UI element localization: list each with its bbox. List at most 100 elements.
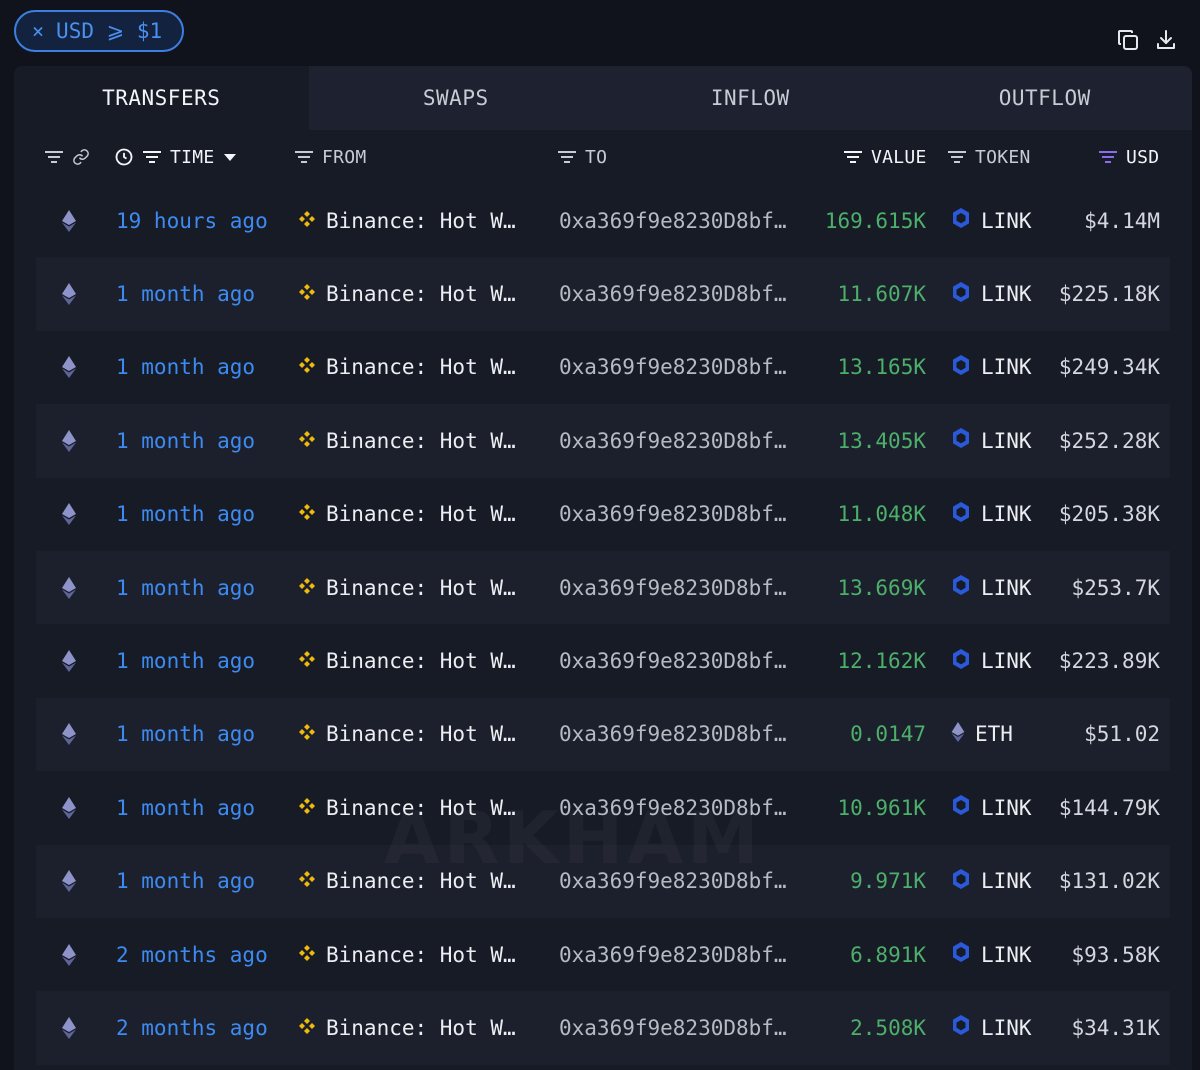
sort-desc-icon[interactable]	[223, 152, 237, 162]
table-row[interactable]: 1 month ago Binance: Hot W… 0xa369f9e823…	[36, 771, 1170, 844]
table-row[interactable]: 2 months ago Binance: Hot W… 0xa369f9e82…	[36, 918, 1170, 991]
download-icon[interactable]	[1154, 28, 1178, 52]
to-address[interactable]: 0xa369f9e8230D8bf…	[559, 698, 787, 771]
time-link[interactable]: 1 month ago	[116, 845, 255, 918]
filter-active-icon[interactable]	[1098, 149, 1118, 165]
to-address[interactable]: 0xa369f9e8230D8bf…	[559, 624, 787, 697]
table-row[interactable]: 1 month ago Binance: Hot W… 0xa369f9e823…	[36, 331, 1170, 404]
close-icon[interactable]: ×	[32, 19, 44, 43]
binance-icon	[298, 943, 316, 967]
to-header-label: TO	[585, 146, 608, 168]
tab-inflow[interactable]: INFLOW	[603, 66, 898, 130]
table-row[interactable]: 1 month ago Binance: Hot W… 0xa369f9e823…	[36, 257, 1170, 331]
tab-bar: TRANSFERS SWAPS INFLOW OUTFLOW	[14, 66, 1192, 130]
token-cell[interactable]: LINK	[951, 404, 1032, 477]
from-entity[interactable]: Binance: Hot W…	[298, 918, 516, 991]
from-entity[interactable]: Binance: Hot W…	[298, 991, 516, 1064]
usd-column-header[interactable]: USD	[1098, 130, 1159, 184]
token-cell[interactable]: ETH	[951, 698, 1013, 771]
to-address[interactable]: 0xa369f9e8230D8bf…	[559, 184, 787, 257]
time-link[interactable]: 1 month ago	[116, 257, 255, 330]
link-icon	[951, 281, 971, 308]
from-entity[interactable]: Binance: Hot W…	[298, 624, 516, 697]
to-address[interactable]: 0xa369f9e8230D8bf…	[559, 845, 787, 918]
to-column-header[interactable]: TO	[557, 130, 607, 184]
tab-transfers[interactable]: TRANSFERS	[14, 66, 309, 130]
table-row[interactable]: 1 month ago Binance: Hot W… 0xa369f9e823…	[36, 844, 1170, 918]
to-address[interactable]: 0xa369f9e8230D8bf…	[559, 331, 787, 404]
binance-icon	[298, 869, 316, 893]
token-column-header[interactable]: TOKEN	[947, 130, 1031, 184]
from-entity[interactable]: Binance: Hot W…	[298, 404, 516, 477]
transfer-value: 13.165K	[837, 355, 926, 380]
token-cell[interactable]: LINK	[951, 331, 1032, 404]
from-entity[interactable]: Binance: Hot W…	[298, 551, 516, 624]
binance-icon	[298, 796, 316, 820]
filter-icon[interactable]	[557, 149, 577, 165]
token-symbol: LINK	[981, 1015, 1032, 1040]
token-cell[interactable]: LINK	[951, 184, 1032, 257]
binance-icon	[298, 649, 316, 673]
usd-value: $144.79K	[1058, 795, 1160, 820]
tab-outflow[interactable]: OUTFLOW	[897, 66, 1192, 130]
time-link[interactable]: 2 months ago	[116, 918, 268, 991]
token-cell[interactable]: LINK	[951, 918, 1032, 991]
to-address[interactable]: 0xa369f9e8230D8bf…	[559, 771, 787, 844]
to-address[interactable]: 0xa369f9e8230D8bf…	[559, 257, 787, 330]
time-link[interactable]: 1 month ago	[116, 478, 255, 551]
from-entity[interactable]: Binance: Hot W…	[298, 331, 516, 404]
filter-icon[interactable]	[947, 149, 967, 165]
filter-icon[interactable]	[44, 149, 64, 165]
token-cell[interactable]: LINK	[951, 991, 1032, 1064]
time-link[interactable]: 1 month ago	[116, 771, 255, 844]
table-row[interactable]: 19 hours ago Binance: Hot W… 0xa369f9e82…	[36, 184, 1170, 257]
time-link[interactable]: 1 month ago	[116, 331, 255, 404]
to-address[interactable]: 0xa369f9e8230D8bf…	[559, 478, 787, 551]
to-address[interactable]: 0xa369f9e8230D8bf…	[559, 918, 787, 991]
filter-icon[interactable]	[294, 149, 314, 165]
table-row[interactable]: 2 months ago Binance: Hot W… 0xa369f9e82…	[36, 991, 1170, 1065]
token-cell[interactable]: LINK	[951, 845, 1032, 918]
from-entity[interactable]: Binance: Hot W…	[298, 845, 516, 918]
table-row[interactable]: 1 month ago Binance: Hot W… 0xa369f9e823…	[36, 478, 1170, 551]
link-chain-icon[interactable]	[72, 148, 90, 166]
time-link[interactable]: 1 month ago	[116, 551, 255, 624]
from-address-label: Binance: Hot W…	[326, 208, 516, 233]
time-link[interactable]: 2 months ago	[116, 991, 268, 1064]
time-link[interactable]: 1 month ago	[116, 698, 255, 771]
filter-icon[interactable]	[843, 149, 863, 165]
link-icon	[951, 207, 971, 234]
table-row[interactable]: 1 month ago Binance: Hot W… 0xa369f9e823…	[36, 404, 1170, 478]
time-column-header[interactable]: TIME	[114, 130, 237, 184]
from-column-header[interactable]: FROM	[294, 130, 367, 184]
value-column-header[interactable]: VALUE	[843, 130, 927, 184]
tab-swaps[interactable]: SWAPS	[308, 66, 603, 130]
usd-filter-pill[interactable]: × USD ⩾ $1	[14, 10, 184, 52]
from-address-label: Binance: Hot W…	[326, 869, 516, 894]
time-link[interactable]: 1 month ago	[116, 404, 255, 477]
token-cell[interactable]: LINK	[951, 624, 1032, 697]
from-entity[interactable]: Binance: Hot W…	[298, 184, 516, 257]
binance-icon	[298, 576, 316, 600]
from-entity[interactable]: Binance: Hot W…	[298, 771, 516, 844]
copy-icon[interactable]	[1116, 28, 1140, 52]
token-cell[interactable]: LINK	[951, 257, 1032, 330]
from-entity[interactable]: Binance: Hot W…	[298, 478, 516, 551]
token-cell[interactable]: LINK	[951, 478, 1032, 551]
to-address[interactable]: 0xa369f9e8230D8bf…	[559, 991, 787, 1064]
to-address[interactable]: 0xa369f9e8230D8bf…	[559, 404, 787, 477]
from-entity[interactable]: Binance: Hot W…	[298, 257, 516, 330]
filter-label: USD ⩾ $1	[56, 19, 163, 43]
time-link[interactable]: 19 hours ago	[116, 184, 268, 257]
transfer-value: 10.961K	[837, 795, 926, 820]
token-cell[interactable]: LINK	[951, 771, 1032, 844]
table-row[interactable]: 1 month ago Binance: Hot W… 0xa369f9e823…	[36, 550, 1170, 625]
to-address[interactable]: 0xa369f9e8230D8bf…	[559, 551, 787, 624]
table-row[interactable]: 1 month ago Binance: Hot W… 0xa369f9e823…	[36, 624, 1170, 697]
time-link[interactable]: 1 month ago	[116, 624, 255, 697]
from-entity[interactable]: Binance: Hot W…	[298, 698, 516, 771]
filter-icon[interactable]	[142, 149, 162, 165]
chain-column-header[interactable]	[44, 130, 90, 184]
token-cell[interactable]: LINK	[951, 551, 1032, 624]
table-row[interactable]: 1 month ago Binance: Hot W… 0xa369f9e823…	[36, 697, 1170, 772]
